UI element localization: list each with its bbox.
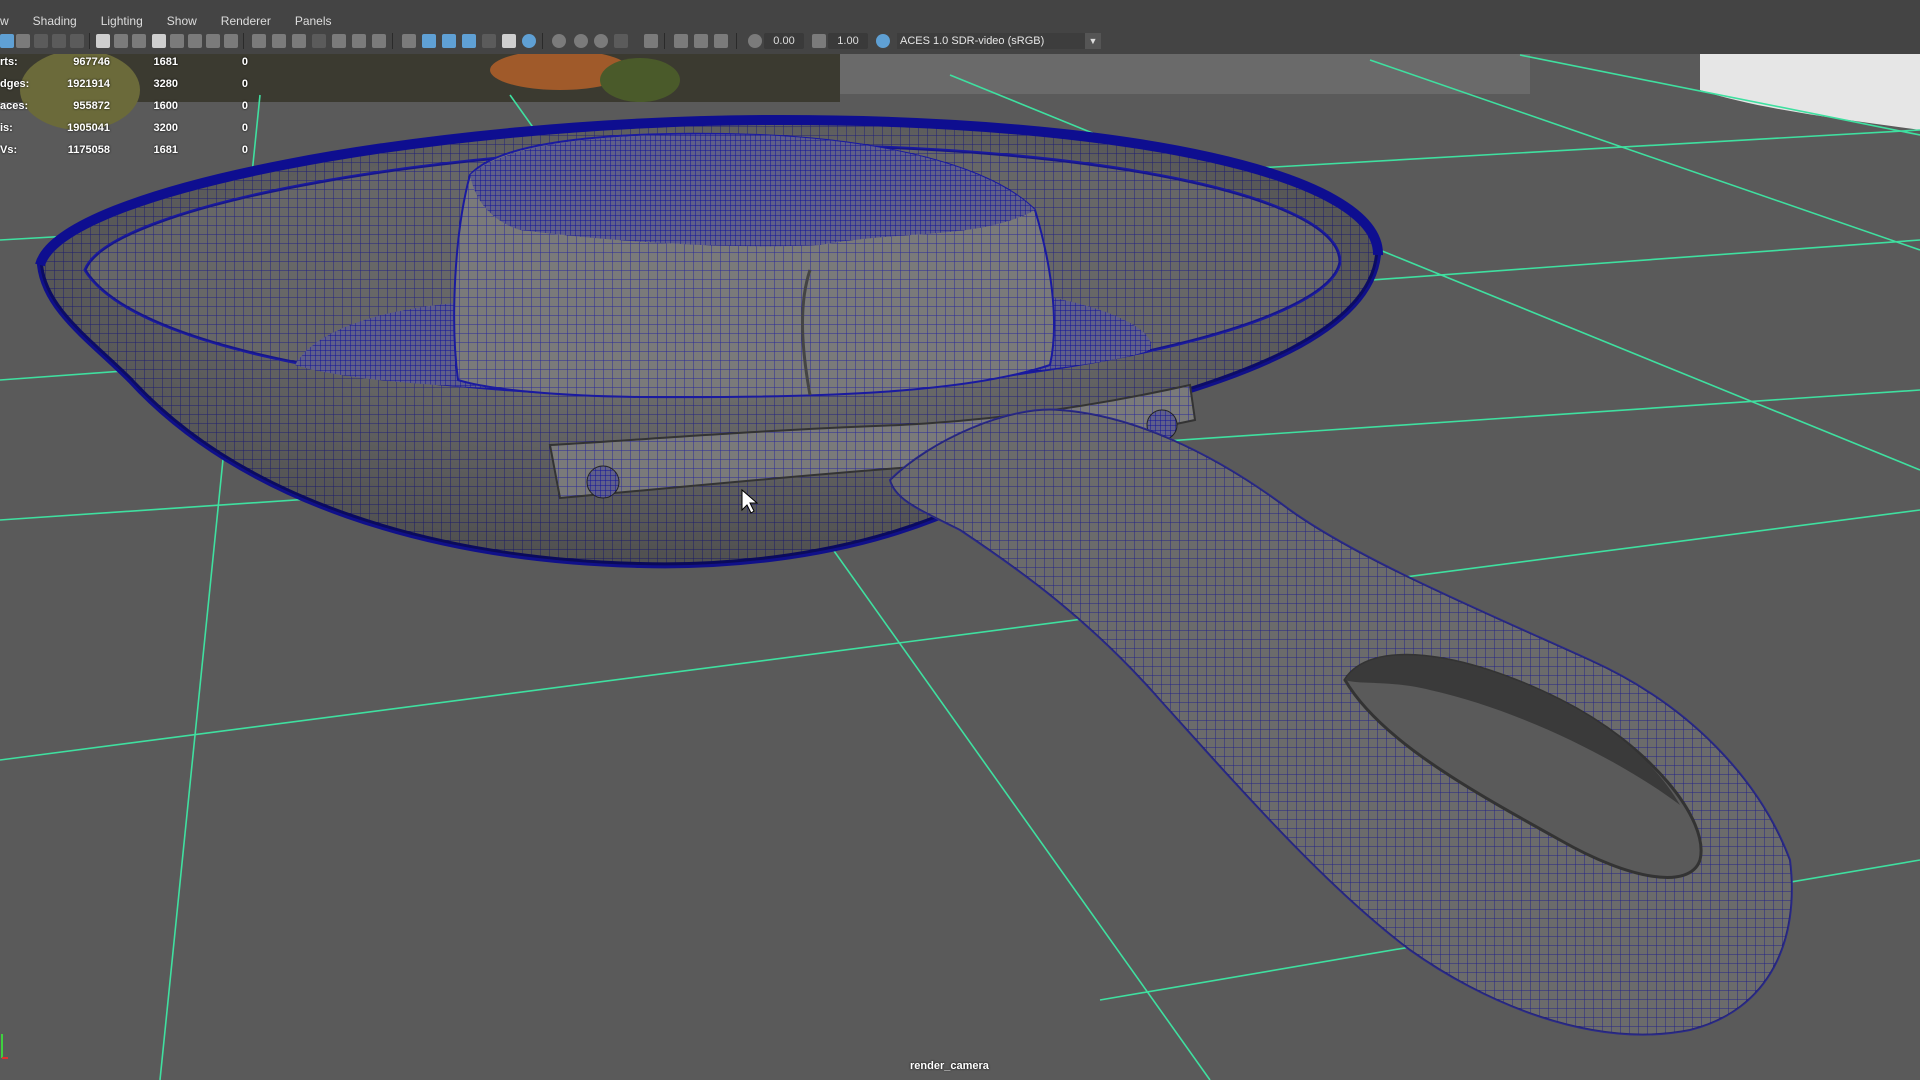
view-transform-dropdown[interactable]: ACES 1.0 SDR-video (sRGB)	[897, 33, 1101, 49]
hud-value-components: 0	[241, 100, 248, 112]
exposure-icon[interactable]	[748, 34, 762, 48]
hud-label: dges:	[0, 78, 30, 90]
camera-name-label: render_camera	[910, 1060, 989, 1072]
hud-value-selected: 3200	[153, 122, 178, 134]
hud-value-components: 0	[241, 122, 248, 134]
safe-title-icon[interactable]	[224, 34, 238, 48]
shadows-icon[interactable]	[522, 34, 536, 48]
color-management-icon[interactable]	[876, 34, 890, 48]
grid-icon[interactable]	[252, 34, 266, 48]
frame-all-icon[interactable]	[714, 34, 728, 48]
film-gate-icon[interactable]	[132, 34, 146, 48]
hud-value-selected: 1681	[153, 144, 178, 156]
textured-icon[interactable]	[462, 34, 476, 48]
menu-view[interactable]: w	[0, 14, 19, 28]
hud-value-selected: 3280	[153, 78, 178, 90]
resolution-gate-icon[interactable]	[152, 34, 166, 48]
hud-value-components: 0	[241, 144, 248, 156]
lights-icon[interactable]	[502, 34, 516, 48]
xray-icon[interactable]	[332, 34, 346, 48]
hud-label: rts:	[0, 56, 18, 68]
bookmarks-icon[interactable]	[34, 34, 48, 48]
image-plane-icon[interactable]	[52, 34, 66, 48]
select-camera-icon[interactable]	[0, 34, 14, 48]
screen-space-ao-icon[interactable]	[552, 34, 566, 48]
hud-label: Vs:	[0, 144, 18, 156]
depth-of-field-icon[interactable]	[614, 34, 628, 48]
panel-toolbar: 0.00 1.00 ACES 1.0 SDR-video (sRGB) ▼	[0, 29, 1920, 55]
menu-lighting[interactable]: Lighting	[87, 14, 153, 28]
3d-viewport[interactable]	[0, 54, 1920, 1080]
wireframe-icon[interactable]	[292, 34, 306, 48]
menu-panels[interactable]: Panels	[281, 14, 342, 28]
gamma-icon[interactable]	[812, 34, 826, 48]
backface-icon[interactable]	[694, 34, 708, 48]
hud-label: is:	[0, 122, 13, 134]
hud-value-selected: 1681	[153, 56, 178, 68]
gate-mask-icon[interactable]	[170, 34, 184, 48]
anti-aliasing-icon[interactable]	[594, 34, 608, 48]
hud-value-scene: 1905041	[67, 122, 110, 134]
separator	[736, 33, 737, 49]
hud-label: aces:	[0, 100, 29, 112]
separator	[89, 33, 90, 49]
separator	[392, 33, 393, 49]
smooth-shade-all-icon[interactable]	[422, 34, 436, 48]
view-axis-icon	[1, 1034, 8, 1059]
viewport-scene	[0, 54, 1920, 1080]
field-chart-icon[interactable]	[188, 34, 202, 48]
smooth-shade-icon[interactable]	[312, 34, 326, 48]
lock-camera-icon[interactable]	[96, 34, 110, 48]
checker-icon[interactable]	[482, 34, 496, 48]
isolate-icon[interactable]	[644, 34, 658, 48]
menu-renderer[interactable]: Renderer	[207, 14, 281, 28]
separator	[542, 33, 543, 49]
grease-pencil-icon[interactable]	[70, 34, 84, 48]
menu-shading[interactable]: Shading	[19, 14, 87, 28]
camera-bookmark-icon[interactable]	[114, 34, 128, 48]
xray-joints-icon[interactable]	[352, 34, 366, 48]
hud-value-components: 0	[241, 78, 248, 90]
safe-action-icon[interactable]	[206, 34, 220, 48]
wireframe-on-shaded-icon[interactable]	[402, 34, 416, 48]
hud-value-scene: 955872	[73, 100, 110, 112]
xray-active-icon[interactable]	[674, 34, 688, 48]
hud-value-scene: 1921914	[67, 78, 110, 90]
panel-menu-bar: w Shading Lighting Show Renderer Panels	[0, 12, 1920, 29]
motion-blur-icon[interactable]	[574, 34, 588, 48]
hud-value-components: 0	[241, 56, 248, 68]
chevron-down-icon[interactable]: ▼	[1085, 33, 1101, 49]
isolate-select-icon[interactable]	[372, 34, 386, 48]
camera-attributes-icon[interactable]	[16, 34, 30, 48]
gamma-field[interactable]: 1.00	[828, 33, 868, 49]
hud-value-scene: 1175058	[67, 144, 110, 156]
exposure-field[interactable]: 0.00	[764, 33, 804, 49]
heads-up-display-icon[interactable]	[272, 34, 286, 48]
hud-value-scene: 967746	[73, 56, 110, 68]
separator	[664, 33, 665, 49]
separator	[243, 33, 244, 49]
hud-value-selected: 1600	[153, 100, 178, 112]
use-default-material-icon[interactable]	[442, 34, 456, 48]
menu-show[interactable]: Show	[153, 14, 207, 28]
